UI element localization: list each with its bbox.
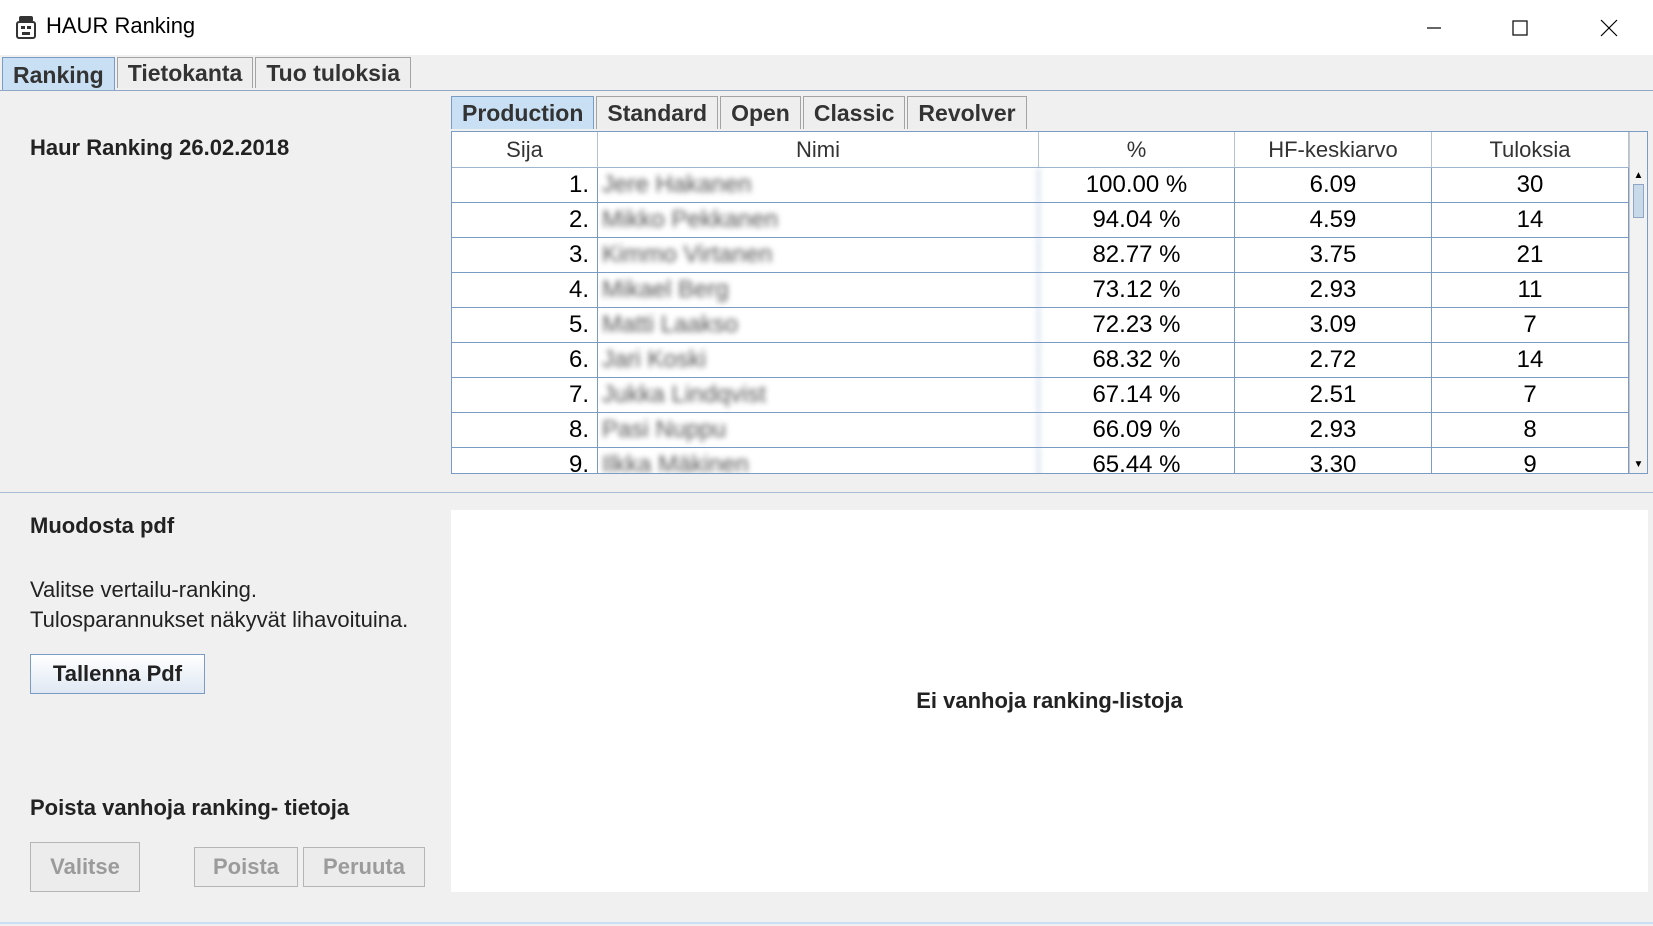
cell-tuloksia: 21	[1432, 238, 1629, 272]
table-row[interactable]: 8. Pasi Nuppu 66.09 % 2.93 8	[452, 413, 1629, 448]
cell-nimi: Jere Hakanen	[598, 168, 1039, 202]
cell-percent: 100.00 %	[1039, 168, 1235, 202]
cell-hf-keskiarvo: 2.93	[1235, 273, 1432, 307]
cell-hf-keskiarvo: 2.72	[1235, 343, 1432, 377]
cell-tuloksia: 11	[1432, 273, 1629, 307]
table-row[interactable]: 4. Mikael Berg 73.12 % 2.93 11	[452, 273, 1629, 308]
cell-tuloksia: 8	[1432, 413, 1629, 447]
tab-classic[interactable]: Classic	[802, 96, 906, 129]
cell-sija: 5.	[452, 308, 598, 342]
table-row[interactable]: 6. Jari Koski 68.32 % 2.72 14	[452, 343, 1629, 378]
cell-nimi: Mikael Berg	[598, 273, 1039, 307]
cell-hf-keskiarvo: 3.09	[1235, 308, 1432, 342]
scroll-down-arrow-icon[interactable]: ▼	[1630, 457, 1647, 471]
window-title: HAUR Ranking	[46, 13, 196, 38]
table-row[interactable]: 7. Jukka Lindqvist 67.14 % 2.51 7	[452, 378, 1629, 413]
cell-hf-keskiarvo: 2.51	[1235, 378, 1432, 412]
delete-old-section-title: Poista vanhoja ranking- tietoja	[30, 795, 350, 820]
tab-tuo-tuloksia[interactable]: Tuo tuloksia	[255, 57, 412, 88]
window-titlebar: HAUR Ranking	[0, 0, 1653, 55]
cell-tuloksia: 14	[1432, 343, 1629, 377]
cell-hf-keskiarvo: 2.93	[1235, 413, 1432, 447]
cell-hf-keskiarvo: 3.75	[1235, 238, 1432, 272]
cell-sija: 7.	[452, 378, 598, 412]
cell-sija: 9.	[452, 448, 598, 473]
cell-hf-keskiarvo: 6.09	[1235, 168, 1432, 202]
select-button[interactable]: Valitse	[30, 842, 140, 892]
column-header-percent[interactable]: %	[1039, 132, 1235, 167]
cell-percent: 94.04 %	[1039, 203, 1235, 237]
column-header-tuloksia[interactable]: Tuloksia	[1432, 132, 1629, 167]
tab-revolver[interactable]: Revolver	[907, 96, 1027, 129]
cell-sija: 4.	[452, 273, 598, 307]
save-pdf-button[interactable]: Tallenna Pdf	[30, 654, 205, 694]
maximize-button[interactable]	[1477, 0, 1563, 55]
column-header-hf-keskiarvo[interactable]: HF-keskiarvo	[1235, 132, 1432, 167]
tab-open[interactable]: Open	[720, 96, 801, 129]
cell-hf-keskiarvo: 4.59	[1235, 203, 1432, 237]
ranking-title: Haur Ranking 26.02.2018	[30, 135, 290, 160]
cell-sija: 3.	[452, 238, 598, 272]
old-rankings-panel[interactable]: Ei vanhoja ranking-listoja	[451, 510, 1648, 892]
cell-tuloksia: 7	[1432, 308, 1629, 342]
delete-button[interactable]: Poista	[194, 847, 298, 887]
cell-nimi: Matti Laakso	[598, 308, 1039, 342]
cell-percent: 65.44 %	[1039, 448, 1235, 473]
ranking-table[interactable]: Sija Nimi % HF-keskiarvo Tuloksia 1. Jere…	[451, 131, 1648, 474]
cell-percent: 73.12 %	[1039, 273, 1235, 307]
cell-tuloksia: 14	[1432, 203, 1629, 237]
scrollbar-thumb[interactable]	[1633, 184, 1644, 218]
tab-standard[interactable]: Standard	[596, 96, 719, 129]
pdf-instruction-line-1: Valitse vertailu-ranking.	[30, 577, 258, 602]
window-bottom-border	[0, 922, 1653, 924]
cell-percent: 72.23 %	[1039, 308, 1235, 342]
table-row[interactable]: 1. Jere Hakanen 100.00 % 6.09 30	[452, 168, 1629, 203]
table-scrollbar[interactable]: ▲ ▼	[1629, 132, 1647, 473]
cell-sija: 1.	[452, 168, 598, 202]
cell-percent: 66.09 %	[1039, 413, 1235, 447]
table-row[interactable]: 2. Mikko Pekkanen 94.04 % 4.59 14	[452, 203, 1629, 238]
cell-nimi: Jari Koski	[598, 343, 1039, 377]
cell-sija: 6.	[452, 343, 598, 377]
cell-nimi: Jukka Lindqvist	[598, 378, 1039, 412]
app-logo-icon	[14, 14, 38, 40]
tab-border	[0, 90, 1653, 91]
close-button[interactable]	[1566, 0, 1652, 55]
tab-production[interactable]: Production	[451, 96, 595, 129]
minimize-button[interactable]	[1391, 0, 1477, 55]
table-header: Sija Nimi % HF-keskiarvo Tuloksia	[452, 132, 1629, 168]
cancel-button[interactable]: Peruuta	[303, 847, 425, 887]
cell-sija: 2.	[452, 203, 598, 237]
cell-tuloksia: 9	[1432, 448, 1629, 473]
cell-hf-keskiarvo: 3.30	[1235, 448, 1432, 473]
cell-nimi: Kimmo Virtanen	[598, 238, 1039, 272]
cell-percent: 67.14 %	[1039, 378, 1235, 412]
empty-state-message: Ei vanhoja ranking-listoja	[916, 688, 1183, 713]
cell-nimi: Ilkka Mäkinen	[598, 448, 1039, 473]
division-tab-bar: Production Standard Open Classic Revolve…	[451, 96, 1029, 130]
cell-sija: 8.	[452, 413, 598, 447]
table-row[interactable]: 3. Kimmo Virtanen 82.77 % 3.75 21	[452, 238, 1629, 273]
scroll-up-arrow-icon[interactable]: ▲	[1630, 168, 1647, 182]
main-tab-bar: Ranking Tietokanta Tuo tuloksia	[2, 57, 413, 91]
pdf-instruction-line-2: Tulosparannukset näkyvät lihavoituina.	[30, 607, 409, 632]
cell-percent: 82.77 %	[1039, 238, 1235, 272]
column-header-sija[interactable]: Sija	[452, 132, 598, 167]
column-header-nimi[interactable]: Nimi	[598, 132, 1039, 167]
cell-tuloksia: 30	[1432, 168, 1629, 202]
table-body: 1. Jere Hakanen 100.00 % 6.09 30 2. Mikko Pekk…	[452, 168, 1629, 473]
pdf-section-title: Muodosta pdf	[30, 513, 175, 538]
section-divider	[0, 492, 1653, 493]
table-row[interactable]: 5. Matti Laakso 72.23 % 3.09 7	[452, 308, 1629, 343]
tab-tietokanta[interactable]: Tietokanta	[116, 57, 254, 88]
cell-tuloksia: 7	[1432, 378, 1629, 412]
tab-ranking[interactable]: Ranking	[2, 57, 115, 91]
cell-nimi: Pasi Nuppu	[598, 413, 1039, 447]
cell-nimi: Mikko Pekkanen	[598, 203, 1039, 237]
table-row[interactable]: 9. Ilkka Mäkinen 65.44 % 3.30 9	[452, 448, 1629, 473]
cell-percent: 68.32 %	[1039, 343, 1235, 377]
